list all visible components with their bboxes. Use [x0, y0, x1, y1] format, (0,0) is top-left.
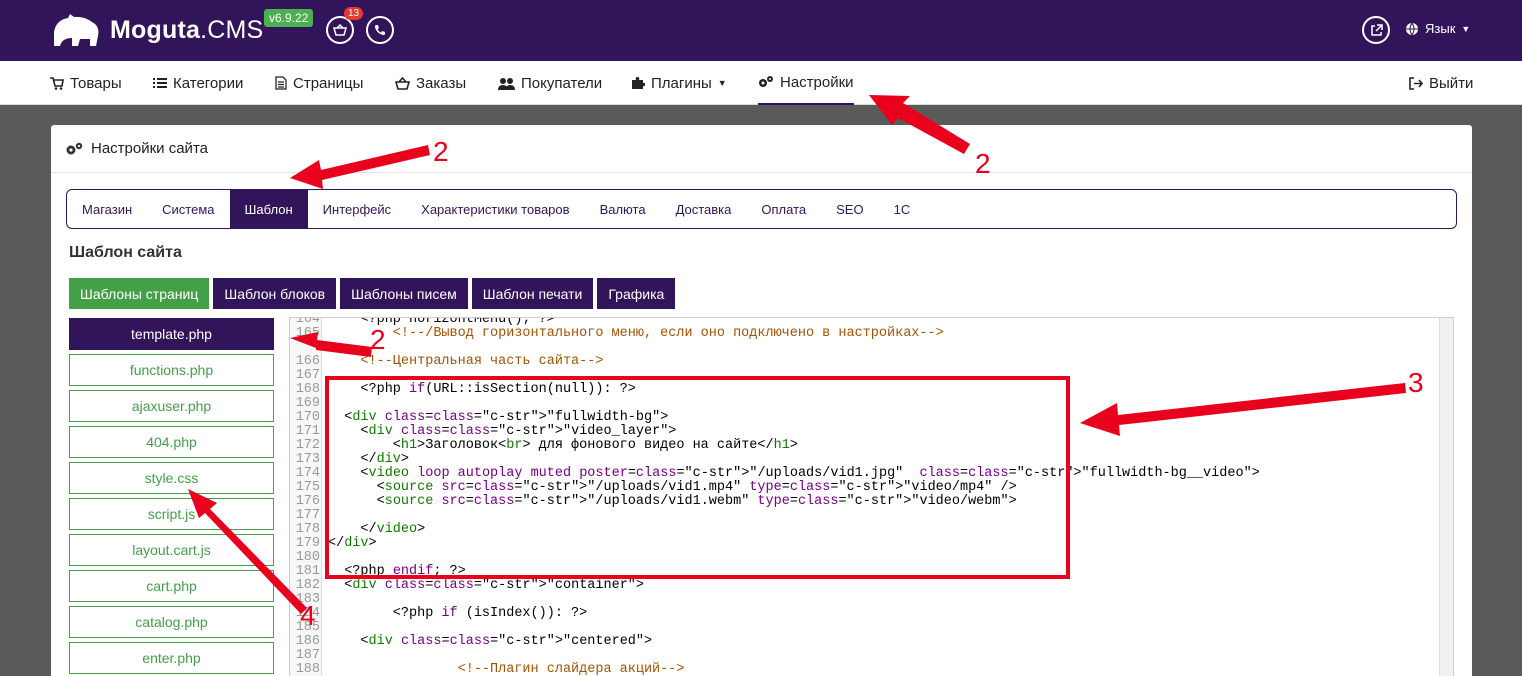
arrow-style-css: [188, 489, 307, 614]
annotation-label: 2: [433, 136, 449, 167]
arrow-template-tab: [290, 145, 430, 189]
arrow-settings: [869, 95, 970, 154]
annotation-label: 3: [1408, 367, 1424, 398]
annotation-arrows: [188, 95, 1406, 614]
annotation-label: 2: [370, 324, 386, 355]
annotation-label: 2: [975, 148, 991, 179]
arrow-code-block: [1080, 383, 1406, 436]
arrow-template-file: [290, 332, 372, 357]
annotation-label: 4: [300, 600, 316, 631]
